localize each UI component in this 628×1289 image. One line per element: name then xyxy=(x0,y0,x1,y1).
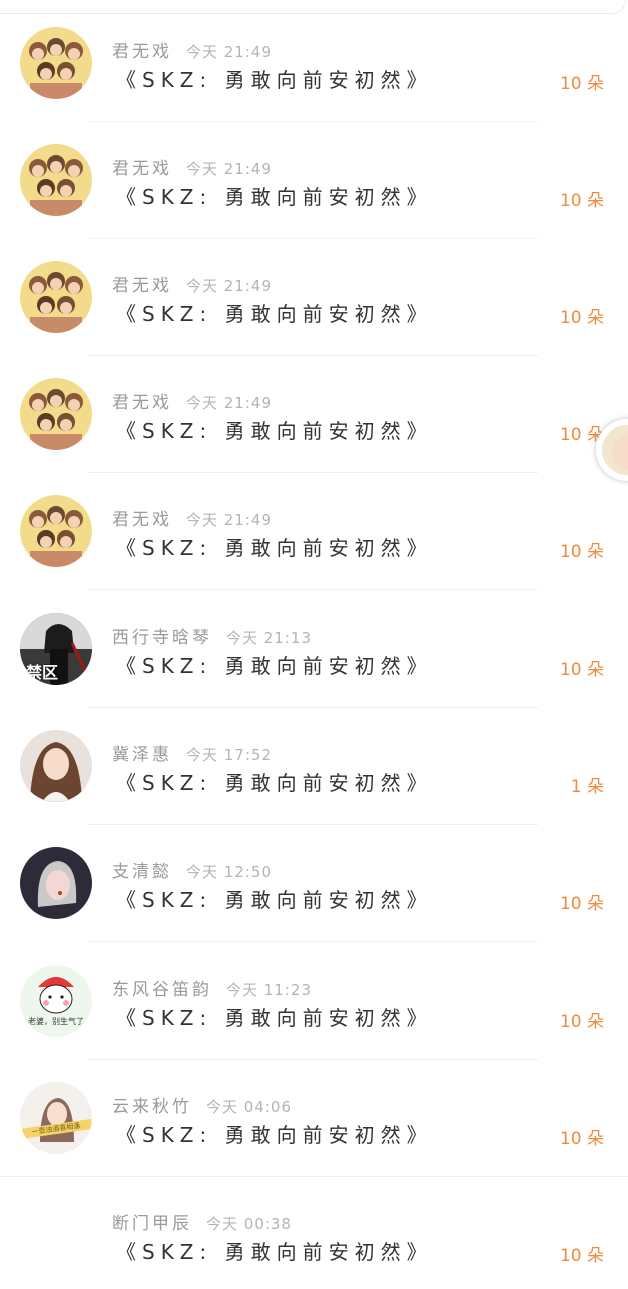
book-title: 《SKZ: 勇敢向前安初然》 xyxy=(116,1006,433,1030)
gift-amount: 10 朵 xyxy=(559,542,604,562)
gift-amount: 10 朵 xyxy=(559,191,604,211)
timestamp: 今天 21:49 xyxy=(186,43,272,61)
user-name[interactable]: 君无戏 xyxy=(112,276,172,296)
list-item[interactable]: 断门甲辰 今天 00:38 《SKZ: 勇敢向前安初然》 10 朵 xyxy=(0,1172,628,1289)
user-name[interactable]: 东风谷笛韵 xyxy=(112,980,212,1000)
list-item[interactable]: 支清懿 今天 12:50 《SKZ: 勇敢向前安初然》 10 朵 xyxy=(0,820,628,942)
avatar-caption-text: 老婆，别生气了 xyxy=(28,1017,84,1026)
list-item[interactable]: 君无戏 今天 21:49 《SKZ: 勇敢向前安初然》 10 朵 xyxy=(0,117,628,239)
list-item[interactable]: 老婆，别生气了 东风谷笛韵 今天 11:23 《SKZ: 勇敢向前安初然》 10 … xyxy=(0,938,628,1060)
gift-amount: 10 朵 xyxy=(559,894,604,914)
book-title: 《SKZ: 勇敢向前安初然》 xyxy=(116,771,433,795)
user-avatar[interactable] xyxy=(20,847,92,919)
list-item[interactable]: 君无戏 今天 21:49 《SKZ: 勇敢向前安初然》 10 朵 xyxy=(0,468,628,590)
user-avatar[interactable] xyxy=(20,27,92,99)
timestamp: 今天 17:52 xyxy=(186,746,272,764)
user-avatar[interactable] xyxy=(20,730,92,802)
avatar-badge-text: 禁区 xyxy=(26,663,59,682)
user-name-line: 君无戏 今天 21:49 xyxy=(112,37,272,62)
list-item[interactable]: 一壶浊酒喜相逢 云来秋竹 今天 04:06 《SKZ: 勇敢向前安初然》 10 朵 xyxy=(0,1055,628,1177)
user-avatar[interactable] xyxy=(20,495,92,567)
user-avatar[interactable]: 禁区 xyxy=(20,613,92,685)
timestamp: 今天 21:13 xyxy=(226,629,312,647)
timestamp: 今天 00:38 xyxy=(206,1215,292,1233)
list-item[interactable]: 禁区 西行寺晗琴 今天 21:13 《SKZ: 勇敢向前安初然》 10 朵 xyxy=(0,586,628,708)
timestamp: 今天 21:49 xyxy=(186,394,272,412)
book-title: 《SKZ: 勇敢向前安初然》 xyxy=(116,1123,433,1147)
user-avatar[interactable] xyxy=(20,378,92,450)
book-title: 《SKZ: 勇敢向前安初然》 xyxy=(116,302,433,326)
list-item[interactable]: 君无戏 今天 21:49 《SKZ: 勇敢向前安初然》 10 朵 xyxy=(0,234,628,356)
book-title: 《SKZ: 勇敢向前安初然》 xyxy=(116,654,433,678)
user-avatar[interactable]: 老婆，别生气了 xyxy=(20,965,92,1037)
gift-record-list: 君无戏 今天 21:49 《SKZ: 勇敢向前安初然》 10 朵 君无戏 今天 21… xyxy=(0,0,628,1280)
user-name[interactable]: 西行寺晗琴 xyxy=(112,628,212,648)
user-name-line: 君无戏 今天 21:49 xyxy=(112,505,272,530)
gift-amount: 1 朵 xyxy=(570,777,604,797)
list-item[interactable]: 君无戏 今天 21:49 《SKZ: 勇敢向前安初然》 10 朵 xyxy=(0,0,628,122)
timestamp: 今天 21:49 xyxy=(186,511,272,529)
user-avatar[interactable]: 一壶浊酒喜相逢 xyxy=(20,1082,92,1154)
user-name[interactable]: 君无戏 xyxy=(112,393,172,413)
user-name[interactable]: 君无戏 xyxy=(112,159,172,179)
gift-amount: 10 朵 xyxy=(559,1246,604,1266)
gift-amount: 10 朵 xyxy=(559,1012,604,1032)
book-title: 《SKZ: 勇敢向前安初然》 xyxy=(116,1240,433,1264)
user-name[interactable]: 断门甲辰 xyxy=(112,1214,192,1234)
timestamp: 今天 11:23 xyxy=(226,981,312,999)
book-title: 《SKZ: 勇敢向前安初然》 xyxy=(116,185,433,209)
user-name-line: 君无戏 今天 21:49 xyxy=(112,388,272,413)
user-name-line: 断门甲辰 今天 00:38 xyxy=(112,1209,292,1234)
gift-amount: 10 朵 xyxy=(559,1129,604,1149)
book-title: 《SKZ: 勇敢向前安初然》 xyxy=(116,68,433,92)
user-name-line: 云来秋竹 今天 04:06 xyxy=(112,1092,292,1117)
user-name-line: 君无戏 今天 21:49 xyxy=(112,271,272,296)
list-item[interactable]: 冀泽惠 今天 17:52 《SKZ: 勇敢向前安初然》 1 朵 xyxy=(0,703,628,825)
user-name[interactable]: 云来秋竹 xyxy=(112,1097,192,1117)
user-name-line: 东风谷笛韵 今天 11:23 xyxy=(112,975,312,1000)
timestamp: 今天 04:06 xyxy=(206,1098,292,1116)
user-name-line: 支清懿 今天 12:50 xyxy=(112,857,272,882)
floating-avatar-image xyxy=(602,425,628,475)
user-name-line: 君无戏 今天 21:49 xyxy=(112,154,272,179)
list-item[interactable]: 君无戏 今天 21:49 《SKZ: 勇敢向前安初然》 10 朵 xyxy=(0,351,628,473)
user-name-line: 西行寺晗琴 今天 21:13 xyxy=(112,623,312,648)
user-name[interactable]: 君无戏 xyxy=(112,510,172,530)
user-avatar[interactable] xyxy=(20,261,92,333)
book-title: 《SKZ: 勇敢向前安初然》 xyxy=(116,536,433,560)
book-title: 《SKZ: 勇敢向前安初然》 xyxy=(116,419,433,443)
user-name-line: 冀泽惠 今天 17:52 xyxy=(112,740,272,765)
gift-amount: 10 朵 xyxy=(559,308,604,328)
user-avatar[interactable] xyxy=(20,144,92,216)
user-name[interactable]: 支清懿 xyxy=(112,862,172,882)
timestamp: 今天 21:49 xyxy=(186,160,272,178)
user-name[interactable]: 冀泽惠 xyxy=(112,745,172,765)
timestamp: 今天 12:50 xyxy=(186,863,272,881)
gift-amount: 10 朵 xyxy=(559,660,604,680)
book-title: 《SKZ: 勇敢向前安初然》 xyxy=(116,888,433,912)
timestamp: 今天 21:49 xyxy=(186,277,272,295)
gift-amount: 10 朵 xyxy=(559,74,604,94)
user-name[interactable]: 君无戏 xyxy=(112,42,172,62)
